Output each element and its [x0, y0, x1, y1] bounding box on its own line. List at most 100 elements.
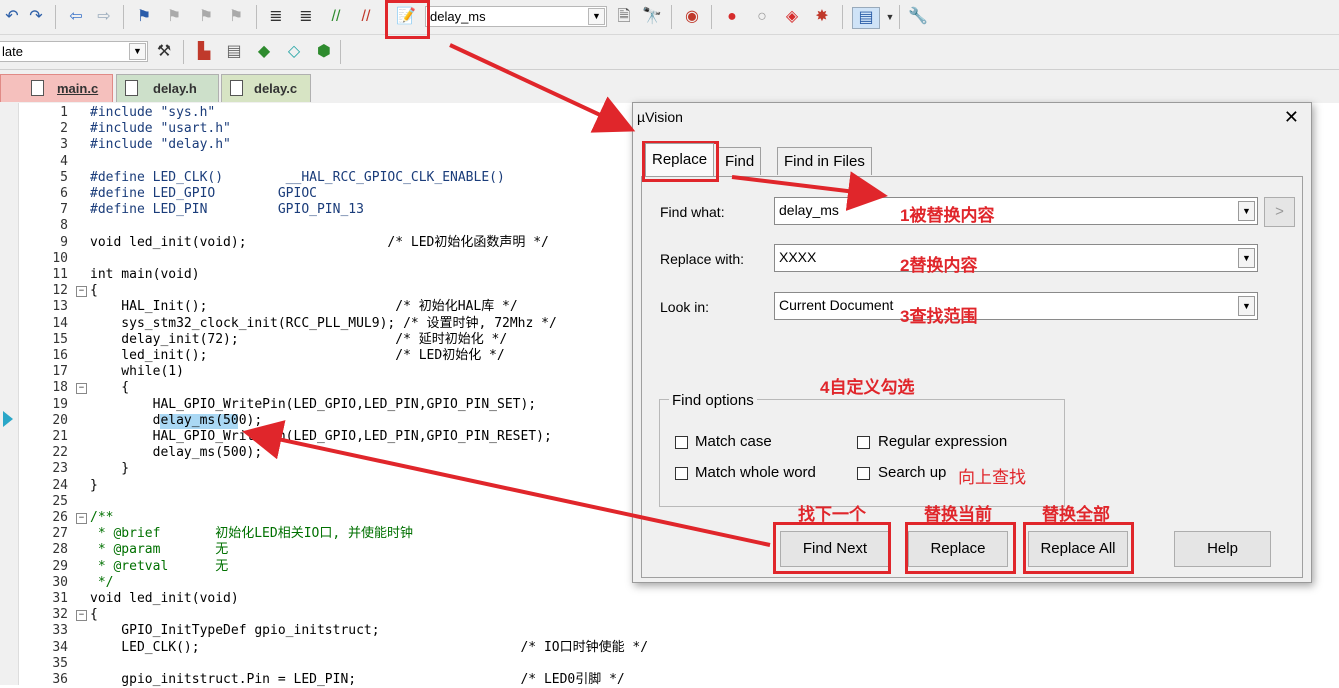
code-line[interactable]: * @param 无: [90, 542, 228, 558]
code-line[interactable]: gpio_initstruct.Pin = LED_PIN; /* LED0引脚…: [90, 672, 624, 688]
code-line[interactable]: #include "usart.h": [90, 121, 231, 137]
navigate-forward-icon[interactable]: ⇨: [94, 7, 114, 27]
code-line[interactable]: LED_CLK(); /* IO口时钟使能 */: [90, 640, 648, 656]
match-case-checkbox[interactable]: [675, 436, 688, 449]
chevron-down-icon[interactable]: ▼: [588, 8, 605, 25]
code-line[interactable]: delay_init(72); /* 延时初始化 */: [90, 332, 507, 348]
code-line[interactable]: while(1): [90, 364, 184, 380]
tab-find[interactable]: Find: [718, 147, 762, 175]
look-in-select[interactable]: Current Document ▼: [774, 292, 1258, 320]
window-layout-icon[interactable]: ▤: [852, 7, 880, 29]
replace-with-label: Replace with:: [660, 251, 745, 267]
code-line[interactable]: }: [90, 478, 98, 494]
highlight-box-find-replace-icon: [385, 0, 430, 39]
replace-with-input[interactable]: XXXX ▼: [774, 244, 1258, 272]
annotation-search-up: 向上查找: [958, 468, 1026, 487]
target-options-icon[interactable]: ⚒: [154, 42, 174, 62]
configure-icon[interactable]: 🔧: [908, 7, 928, 27]
code-line[interactable]: led_init(); /* LED初始化 */: [90, 348, 504, 364]
tab-delay-c[interactable]: delay.c: [221, 74, 311, 102]
code-line[interactable]: delay_ms(500);: [90, 445, 263, 461]
code-line[interactable]: #include "sys.h": [90, 105, 215, 121]
fold-toggle-icon[interactable]: −: [76, 513, 87, 524]
line-number: 7: [60, 202, 68, 218]
code-line[interactable]: * @retval 无: [90, 559, 228, 575]
redo-icon[interactable]: ↷: [26, 7, 46, 27]
tab-delay-h[interactable]: delay.h: [116, 74, 219, 102]
find-combo[interactable]: delay_ms ▼: [425, 6, 607, 27]
match-whole-word-checkbox[interactable]: [675, 467, 688, 480]
code-line[interactable]: {: [90, 283, 98, 299]
line-number: 12: [52, 283, 68, 299]
bookmark-icon[interactable]: ⚑: [134, 7, 154, 27]
chevron-down-icon[interactable]: ▼: [129, 43, 146, 60]
manage-project-icon[interactable]: ▙: [194, 42, 214, 62]
pack-installer-icon[interactable]: ◇: [284, 42, 304, 62]
tab-main-c[interactable]: main.c: [0, 74, 113, 102]
line-number: 8: [60, 218, 68, 234]
editor-gutter[interactable]: [0, 103, 19, 685]
line-number: 21: [52, 429, 68, 444]
code-line[interactable]: sys_stm32_clock_init(RCC_PLL_MUL9); /* 设…: [90, 316, 557, 332]
regular-expression-checkbox[interactable]: [857, 436, 870, 449]
fold-toggle-icon[interactable]: −: [76, 286, 87, 298]
incremental-find-icon[interactable]: 🔭: [642, 7, 662, 27]
undo-icon[interactable]: ↶: [2, 7, 22, 27]
code-line[interactable]: #define LED_PIN GPIO_PIN_13: [90, 202, 364, 218]
annotation-replace: 替换当前: [924, 505, 992, 524]
code-line[interactable]: */: [90, 575, 114, 591]
find-what-input[interactable]: delay_ms ▼: [774, 197, 1258, 225]
insert-breakpoint-icon[interactable]: ●: [722, 7, 742, 27]
close-icon[interactable]: ✕: [1284, 107, 1299, 128]
find-in-files-icon[interactable]: 🗎: [614, 7, 634, 27]
code-line[interactable]: }: [90, 461, 129, 477]
layout-dropdown-icon[interactable]: ▼: [880, 7, 900, 27]
tab-replace[interactable]: Replace: [645, 143, 715, 176]
code-line[interactable]: /**: [90, 510, 113, 526]
code-line[interactable]: GPIO_InitTypeDef gpio_initstruct;: [90, 623, 379, 639]
code-line[interactable]: void led_init(void); /* LED初始化函数声明 */: [90, 235, 549, 251]
disable-breakpoints-icon[interactable]: ◈: [782, 7, 802, 27]
file-tab-bar: main.c delay.h delay.c: [0, 70, 1339, 105]
uncomment-icon[interactable]: //: [356, 7, 376, 27]
chevron-down-icon[interactable]: ▼: [1238, 248, 1255, 268]
code-line[interactable]: {: [90, 380, 129, 396]
code-line[interactable]: #define LED_GPIO GPIOC: [90, 186, 317, 202]
chevron-down-icon[interactable]: ▼: [1238, 296, 1255, 316]
next-bookmark-icon[interactable]: ⚑: [196, 7, 216, 27]
code-line[interactable]: #include "delay.h": [90, 137, 231, 153]
fold-toggle-icon[interactable]: −: [76, 383, 87, 395]
indent-icon[interactable]: ≣: [266, 7, 286, 27]
help-button[interactable]: Help: [1174, 531, 1271, 567]
annotation-look-in: 3查找范围: [900, 307, 978, 326]
code-line[interactable]: HAL_GPIO_WritePin(LED_GPIO,LED_PIN,GPIO_…: [90, 429, 552, 445]
comment-icon[interactable]: //: [326, 7, 346, 27]
line-number: 1: [60, 105, 68, 120]
line-number: 24: [52, 477, 68, 493]
code-line[interactable]: delay_ms(500);: [90, 413, 263, 429]
select-pack-icon[interactable]: ▤: [224, 42, 244, 62]
chevron-down-icon[interactable]: ▼: [1238, 201, 1255, 221]
enable-breakpoint-icon[interactable]: ○: [752, 7, 772, 27]
code-line[interactable]: int main(void): [90, 267, 200, 283]
code-line[interactable]: #define LED_CLK() __HAL_RCC_GPIOC_CLK_EN…: [90, 170, 505, 186]
code-line[interactable]: HAL_Init(); /* 初始化HAL库 */: [90, 299, 517, 315]
code-line[interactable]: void led_init(void): [90, 591, 239, 607]
code-line[interactable]: HAL_GPIO_WritePin(LED_GPIO,LED_PIN,GPIO_…: [90, 397, 537, 413]
unindent-icon[interactable]: ≣: [296, 7, 316, 27]
fold-toggle-icon[interactable]: −: [76, 610, 87, 622]
search-up-checkbox[interactable]: [857, 467, 870, 480]
more-button[interactable]: >: [1264, 197, 1295, 227]
kill-breakpoints-icon[interactable]: ✸: [812, 7, 832, 27]
tab-find-in-files[interactable]: Find in Files: [777, 147, 872, 175]
code-line[interactable]: {: [90, 607, 98, 623]
component-icon[interactable]: ⬢: [314, 42, 334, 62]
navigate-back-icon[interactable]: ⇦: [66, 7, 86, 27]
code-line[interactable]: * @brief 初始化LED相关IO口, 并使能时钟: [90, 526, 413, 542]
line-number: 33: [52, 623, 68, 639]
debug-session-icon[interactable]: ◉: [682, 7, 702, 27]
manage-rte-icon[interactable]: ◆: [254, 42, 274, 62]
target-combo[interactable]: late ▼: [0, 41, 148, 62]
clear-bookmarks-icon[interactable]: ⚑: [226, 7, 246, 27]
prev-bookmark-icon[interactable]: ⚑: [164, 7, 184, 27]
